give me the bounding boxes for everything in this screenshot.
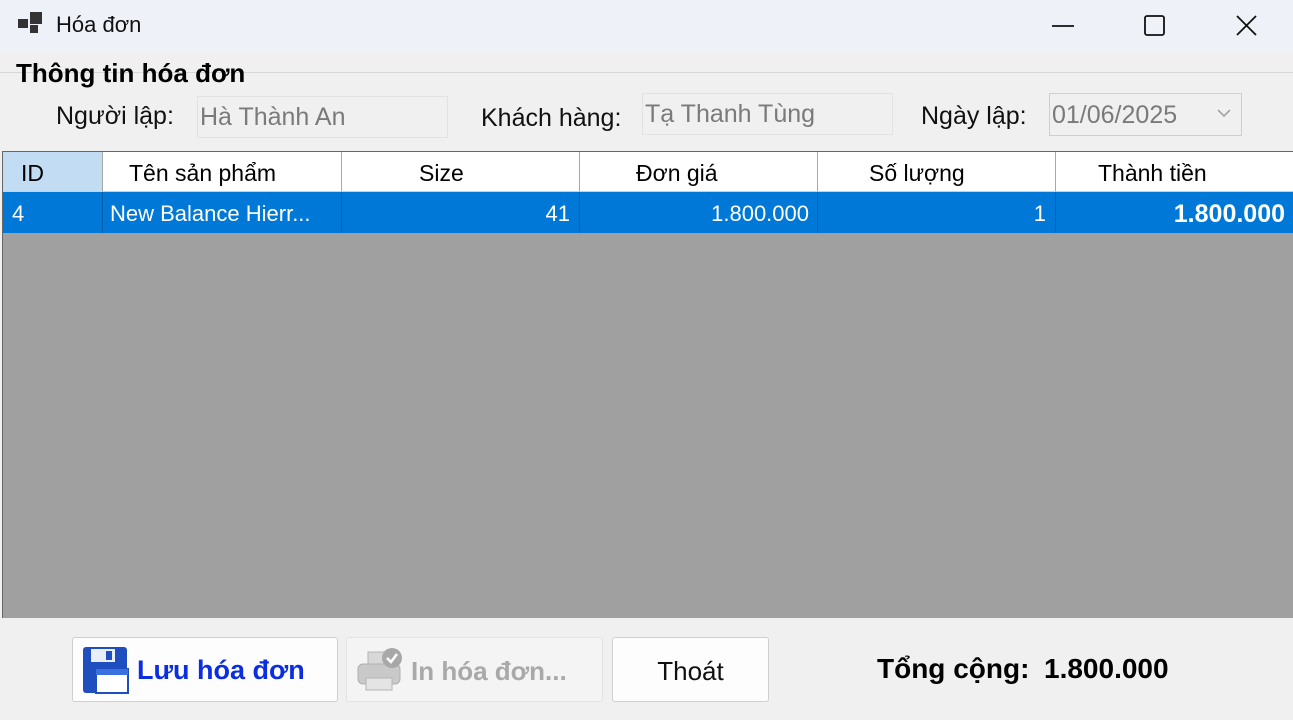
cell-product-name[interactable]: New Balance Hierr...	[103, 192, 342, 233]
close-icon	[1236, 15, 1257, 36]
creator-field[interactable]: Hà Thành An	[197, 96, 448, 138]
total-value: 1.800.000	[1044, 653, 1169, 684]
close-button[interactable]	[1201, 0, 1293, 52]
print-invoice-button[interactable]: In hóa đơn...	[346, 637, 603, 702]
column-header-line-total[interactable]: Thành tiền	[1056, 152, 1293, 192]
customer-field[interactable]: Tạ Thanh Tùng	[642, 93, 893, 135]
minimize-icon	[1052, 25, 1074, 27]
print-invoice-label: In hóa đơn...	[411, 656, 567, 686]
date-label: Ngày lập:	[921, 102, 1027, 130]
cell-line-total[interactable]: 1.800.000	[1056, 192, 1293, 233]
table-row[interactable]: 4 New Balance Hierr... 41 1.800.000 1 1.…	[3, 192, 1293, 233]
column-header-quantity[interactable]: Số lượng	[818, 152, 1056, 192]
printer-icon	[356, 646, 406, 699]
grid-header: ID Tên sản phẩm Size Đơn giá Số lượng Th…	[3, 152, 1293, 192]
exit-label: Thoát	[657, 656, 724, 686]
windows-form-icon	[18, 12, 44, 36]
exit-button[interactable]: Thoát	[612, 637, 769, 702]
creator-label: Người lập:	[56, 102, 174, 130]
column-header-unit-price[interactable]: Đơn giá	[580, 152, 818, 192]
chevron-down-icon	[1217, 109, 1231, 118]
section-title: Thông tin hóa đơn	[16, 58, 246, 88]
maximize-button[interactable]	[1109, 0, 1201, 52]
save-invoice-label: Lưu hóa đơn	[137, 655, 305, 685]
column-header-size[interactable]: Size	[342, 152, 580, 192]
invoice-grid[interactable]: ID Tên sản phẩm Size Đơn giá Số lượng Th…	[2, 151, 1293, 618]
cell-size[interactable]: 41	[342, 192, 580, 233]
save-invoice-button[interactable]: Lưu hóa đơn	[72, 637, 338, 702]
customer-label: Khách hàng:	[481, 104, 622, 132]
minimize-button[interactable]	[1017, 0, 1109, 52]
floppy-disk-icon	[82, 646, 130, 699]
cell-quantity[interactable]: 1	[818, 192, 1056, 233]
window-title: Hóa đơn	[56, 12, 142, 37]
date-picker[interactable]: 01/06/2025	[1049, 93, 1242, 136]
date-value: 01/06/2025	[1052, 101, 1178, 129]
cell-unit-price[interactable]: 1.800.000	[580, 192, 818, 233]
total-label: Tổng cộng:	[877, 653, 1030, 684]
column-header-product-name[interactable]: Tên sản phẩm	[103, 152, 342, 192]
cell-id[interactable]: 4	[3, 192, 103, 233]
maximize-icon	[1144, 15, 1165, 36]
column-header-id[interactable]: ID	[3, 152, 103, 192]
title-bar: Hóa đơn	[0, 0, 1293, 52]
